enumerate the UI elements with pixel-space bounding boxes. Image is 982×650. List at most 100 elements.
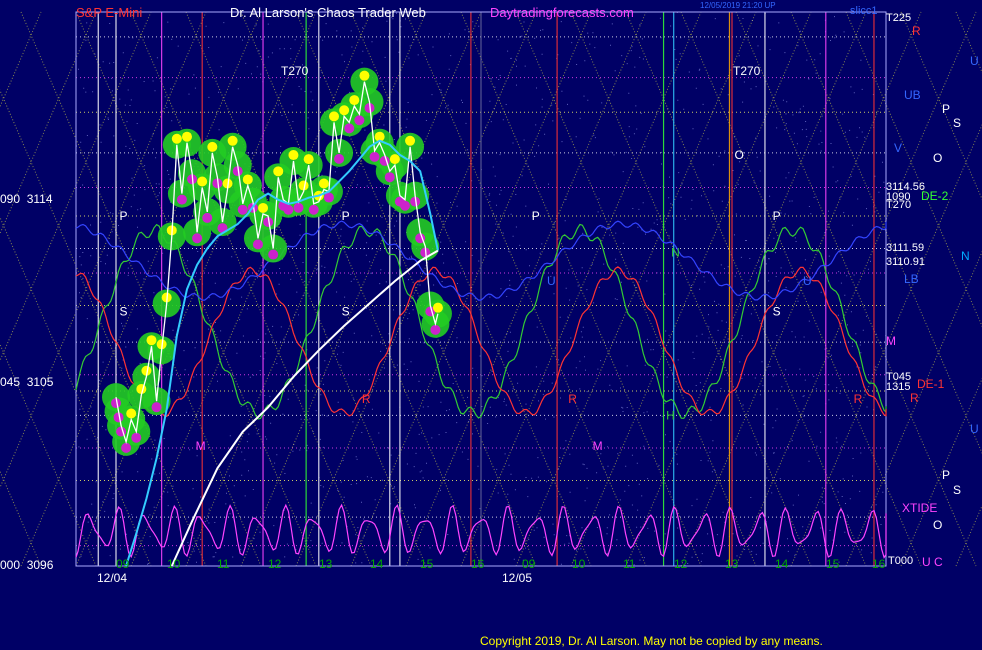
rise-marker [329, 111, 340, 122]
hour-s2-11: 11 [623, 557, 636, 571]
rise-marker [349, 95, 360, 106]
hour-s1-16: 16 [471, 557, 485, 571]
hour-s1-12: 12 [268, 557, 282, 571]
rise-marker [171, 133, 182, 144]
hour-s1-11: 11 [217, 557, 230, 571]
outer-o-1: O [933, 151, 943, 165]
hour-s1-13: 13 [319, 557, 333, 571]
fall-marker [354, 115, 365, 126]
update-time: 12/05/2019 21:20 UP [700, 1, 776, 10]
rise-marker [146, 335, 157, 346]
fall-marker [151, 402, 162, 413]
gann-line [0, 11, 97, 235]
rise-marker [273, 166, 284, 177]
marker-p: P [532, 209, 540, 223]
marker-u: U [803, 274, 812, 288]
marker-u: U [547, 274, 556, 288]
rise-marker [288, 150, 299, 161]
tide-xtide: XTIDE [902, 501, 938, 515]
fall-marker [334, 153, 345, 164]
series-avg_slow [170, 249, 439, 567]
marker-h: H [666, 408, 675, 422]
rise-marker [197, 176, 208, 187]
gann-line [0, 11, 207, 489]
rise-marker [126, 408, 137, 419]
fall-marker [131, 432, 142, 443]
marker-p: P [120, 209, 128, 223]
hour-s2-13: 13 [725, 557, 739, 571]
fall-marker [293, 202, 304, 213]
hour-s2-15: 15 [826, 557, 840, 571]
gann-line [0, 470, 42, 567]
hour-s2-14: 14 [775, 557, 789, 571]
fall-marker [384, 172, 395, 183]
rise-marker [227, 135, 238, 146]
tide-de2: DE-2 [921, 189, 949, 203]
fall-marker [121, 442, 132, 453]
rise-marker [359, 70, 370, 81]
y-tick-3096: 000 3096 [0, 558, 54, 572]
outer-s-1: S [953, 116, 962, 130]
fall-marker [176, 194, 187, 205]
site-url[interactable]: Daytradingforecasts.com [490, 5, 634, 20]
hour-s1-15: 15 [420, 557, 434, 571]
level-3111-59: 3111.59 [886, 242, 925, 254]
marker-r: R [568, 392, 577, 406]
marker-s: S [342, 305, 350, 319]
rise-marker [389, 154, 400, 165]
label-t270-right: T270 [733, 64, 761, 78]
header-right-label: slicc1 [850, 5, 878, 17]
level-t270: T270 [886, 199, 912, 211]
chaos-chart: PSMPSRPURMNHOPSUR [0, 11, 982, 567]
rise-marker [258, 202, 269, 213]
tide-r-lower: R [910, 391, 919, 405]
fall-marker [202, 212, 213, 223]
hour-s1-09: 09 [116, 557, 130, 571]
outer-u-2: U [970, 422, 979, 436]
fall-marker [268, 249, 279, 260]
fall-marker [283, 204, 294, 215]
level-1315: 1315 [886, 381, 911, 393]
copyright-notice: Copyright 2019, Dr. Al Larson. May not b… [480, 634, 823, 648]
fall-marker [369, 151, 380, 162]
level-t000: T000 [888, 555, 914, 567]
y-tick-3114: 090 3114 [0, 192, 53, 206]
fall-marker [252, 239, 263, 250]
site-title: Dr. Al Larson's Chaos Trader Web [230, 5, 426, 20]
tide-u-bottom: U [922, 555, 931, 569]
instrument-name: S&P E-Mini [76, 5, 143, 20]
fall-marker [430, 324, 441, 335]
outer-o-2: O [933, 518, 943, 532]
marker-r: R [362, 392, 371, 406]
outer-u-1: U [970, 54, 979, 68]
outer-p-1: P [942, 102, 951, 116]
marker-o: O [735, 148, 744, 162]
outer-p-2: P [942, 468, 951, 482]
rise-marker [207, 141, 218, 152]
gann-line [0, 11, 42, 108]
marker-p: P [773, 209, 781, 223]
fall-marker [399, 200, 410, 211]
y-tick-3105: 045 3105 [0, 375, 54, 389]
outer-n: N [961, 249, 970, 263]
marker-p: P [342, 209, 350, 223]
rise-marker [405, 135, 416, 146]
tide-c-bottom: C [934, 555, 943, 569]
rise-marker [181, 131, 192, 142]
tide-de1: DE-1 [917, 377, 945, 391]
fall-marker [237, 204, 248, 215]
tide-lb: LB [904, 272, 919, 286]
marker-m: M [196, 439, 206, 453]
rise-marker [303, 154, 314, 165]
fall-marker [308, 204, 319, 215]
fall-marker [344, 123, 355, 134]
gann-line [0, 89, 207, 567]
hour-s2-16: 16 [872, 557, 886, 571]
tide-m: M [886, 334, 896, 348]
date-label-1204: 12/04 [97, 571, 128, 585]
rise-marker [339, 105, 350, 116]
tide-r-upper: R [912, 24, 921, 38]
tide-v: V [894, 141, 903, 155]
rise-marker [318, 178, 329, 189]
label-t270-left: T270 [281, 64, 309, 78]
